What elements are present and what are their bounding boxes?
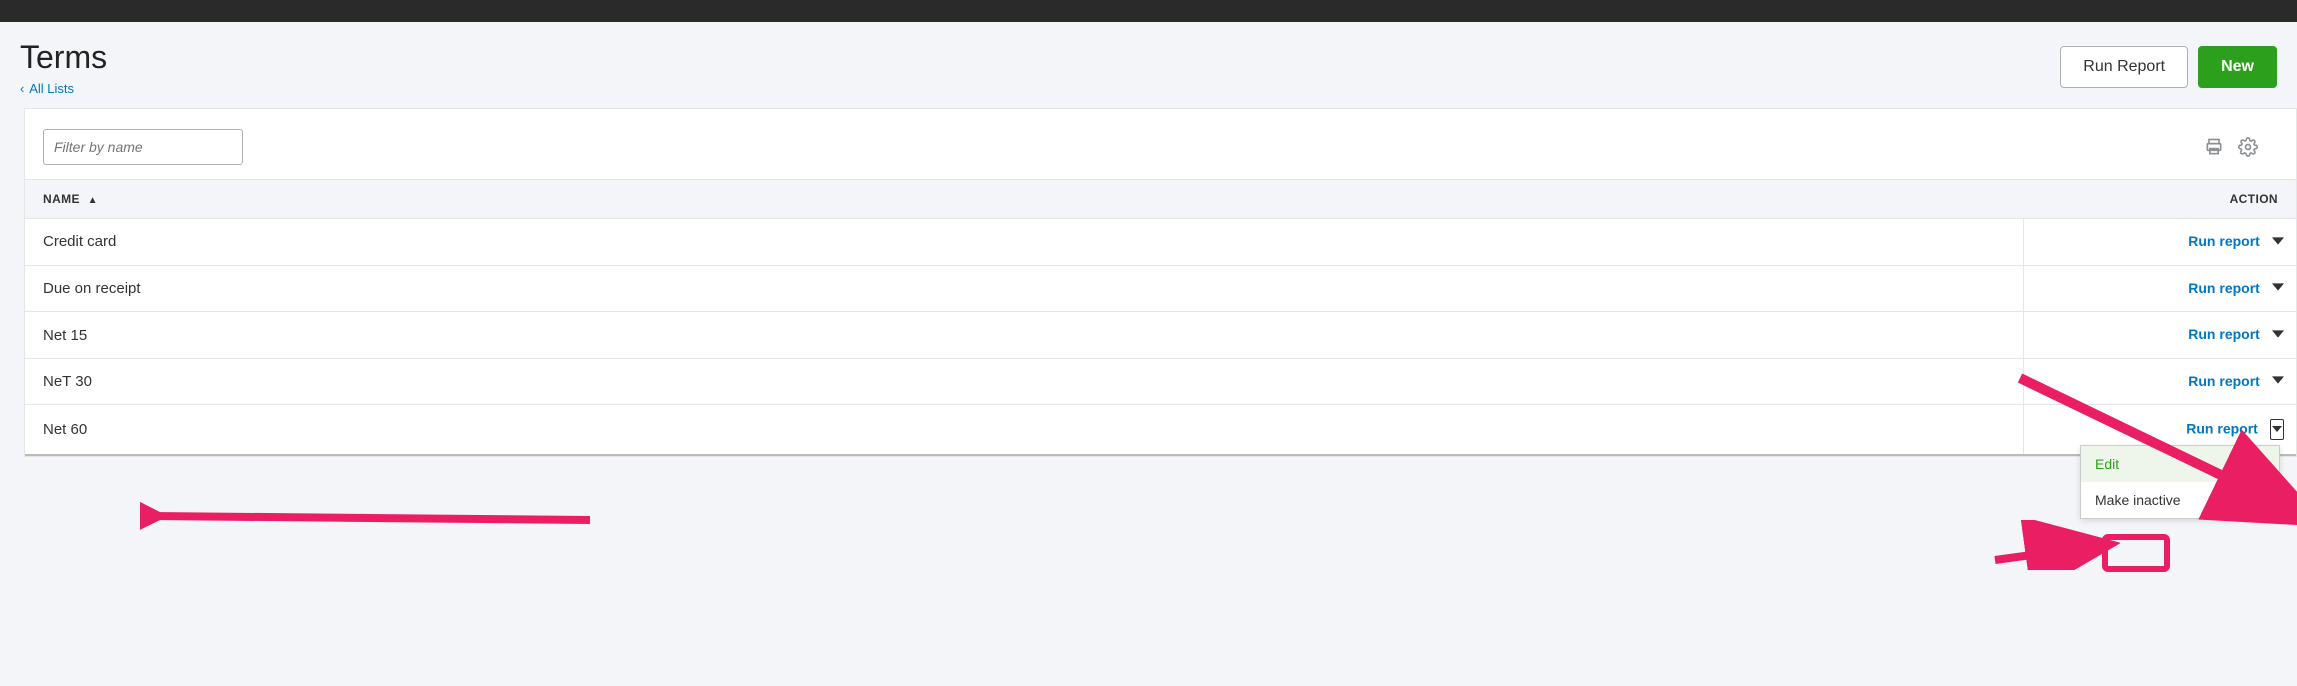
action-cell: Run report (2023, 219, 2296, 266)
table-row[interactable]: Credit card Run report (25, 219, 2296, 266)
term-name: Net 15 (25, 312, 2023, 359)
dropdown-item-make-inactive[interactable]: Make inactive (2081, 482, 2279, 518)
breadcrumb-link-all-lists[interactable]: All Lists (29, 81, 74, 96)
sort-ascending-icon: ▲ (88, 195, 98, 206)
action-dropdown-toggle[interactable] (2272, 234, 2284, 251)
run-report-button[interactable]: Run Report (2060, 46, 2188, 88)
header-left: Terms ‹ All Lists (20, 40, 107, 96)
page-title: Terms (20, 40, 107, 75)
top-bar (0, 0, 2297, 22)
toolbar-icons (2202, 135, 2278, 159)
chevron-left-icon: ‹ (20, 81, 24, 96)
terms-table: NAME ▲ ACTION Credit card Run report Due… (25, 179, 2296, 456)
action-cell: Run report Edit Make inactive (2023, 405, 2296, 456)
run-report-link[interactable]: Run report (2188, 233, 2260, 249)
content-panel: NAME ▲ ACTION Credit card Run report Due… (24, 108, 2297, 457)
run-report-link[interactable]: Run report (2188, 326, 2260, 342)
column-header-name[interactable]: NAME ▲ (25, 180, 2023, 219)
table-row[interactable]: NeT 30 Run report (25, 358, 2296, 405)
header-actions: Run Report New (2060, 40, 2277, 88)
annotation-arrow-icon (140, 500, 600, 540)
action-dropdown-menu: Edit Make inactive (2080, 445, 2280, 519)
term-name: Credit card (25, 219, 2023, 266)
action-dropdown-toggle[interactable] (2270, 419, 2284, 440)
action-cell: Run report (2023, 312, 2296, 359)
column-header-action: ACTION (2023, 180, 2296, 219)
gear-icon[interactable] (2236, 135, 2260, 159)
new-button[interactable]: New (2198, 46, 2277, 88)
action-dropdown-toggle[interactable] (2272, 327, 2284, 344)
term-name: Net 60 (25, 405, 2023, 456)
table-row[interactable]: Due on receipt Run report (25, 265, 2296, 312)
action-cell: Run report (2023, 358, 2296, 405)
term-name: NeT 30 (25, 358, 2023, 405)
print-icon[interactable] (2202, 135, 2226, 159)
annotation-arrow-icon (1990, 520, 2120, 570)
column-header-name-label: NAME (43, 192, 80, 206)
filter-row (25, 129, 2296, 179)
table-header-row: NAME ▲ ACTION (25, 180, 2296, 219)
action-dropdown-toggle[interactable] (2272, 373, 2284, 390)
table-row[interactable]: Net 15 Run report (25, 312, 2296, 359)
filter-by-name-input[interactable] (43, 129, 243, 165)
run-report-link[interactable]: Run report (2188, 280, 2260, 296)
action-cell: Run report (2023, 265, 2296, 312)
breadcrumb: ‹ All Lists (20, 81, 107, 96)
run-report-link[interactable]: Run report (2186, 421, 2258, 437)
dropdown-item-edit[interactable]: Edit (2081, 446, 2279, 482)
annotation-highlight-box (2102, 534, 2170, 572)
action-dropdown-toggle[interactable] (2272, 280, 2284, 297)
page-header: Terms ‹ All Lists Run Report New (0, 22, 2297, 100)
table-row[interactable]: Net 60 Run report Edit Make inactive (25, 405, 2296, 456)
term-name: Due on receipt (25, 265, 2023, 312)
run-report-link[interactable]: Run report (2188, 373, 2260, 389)
